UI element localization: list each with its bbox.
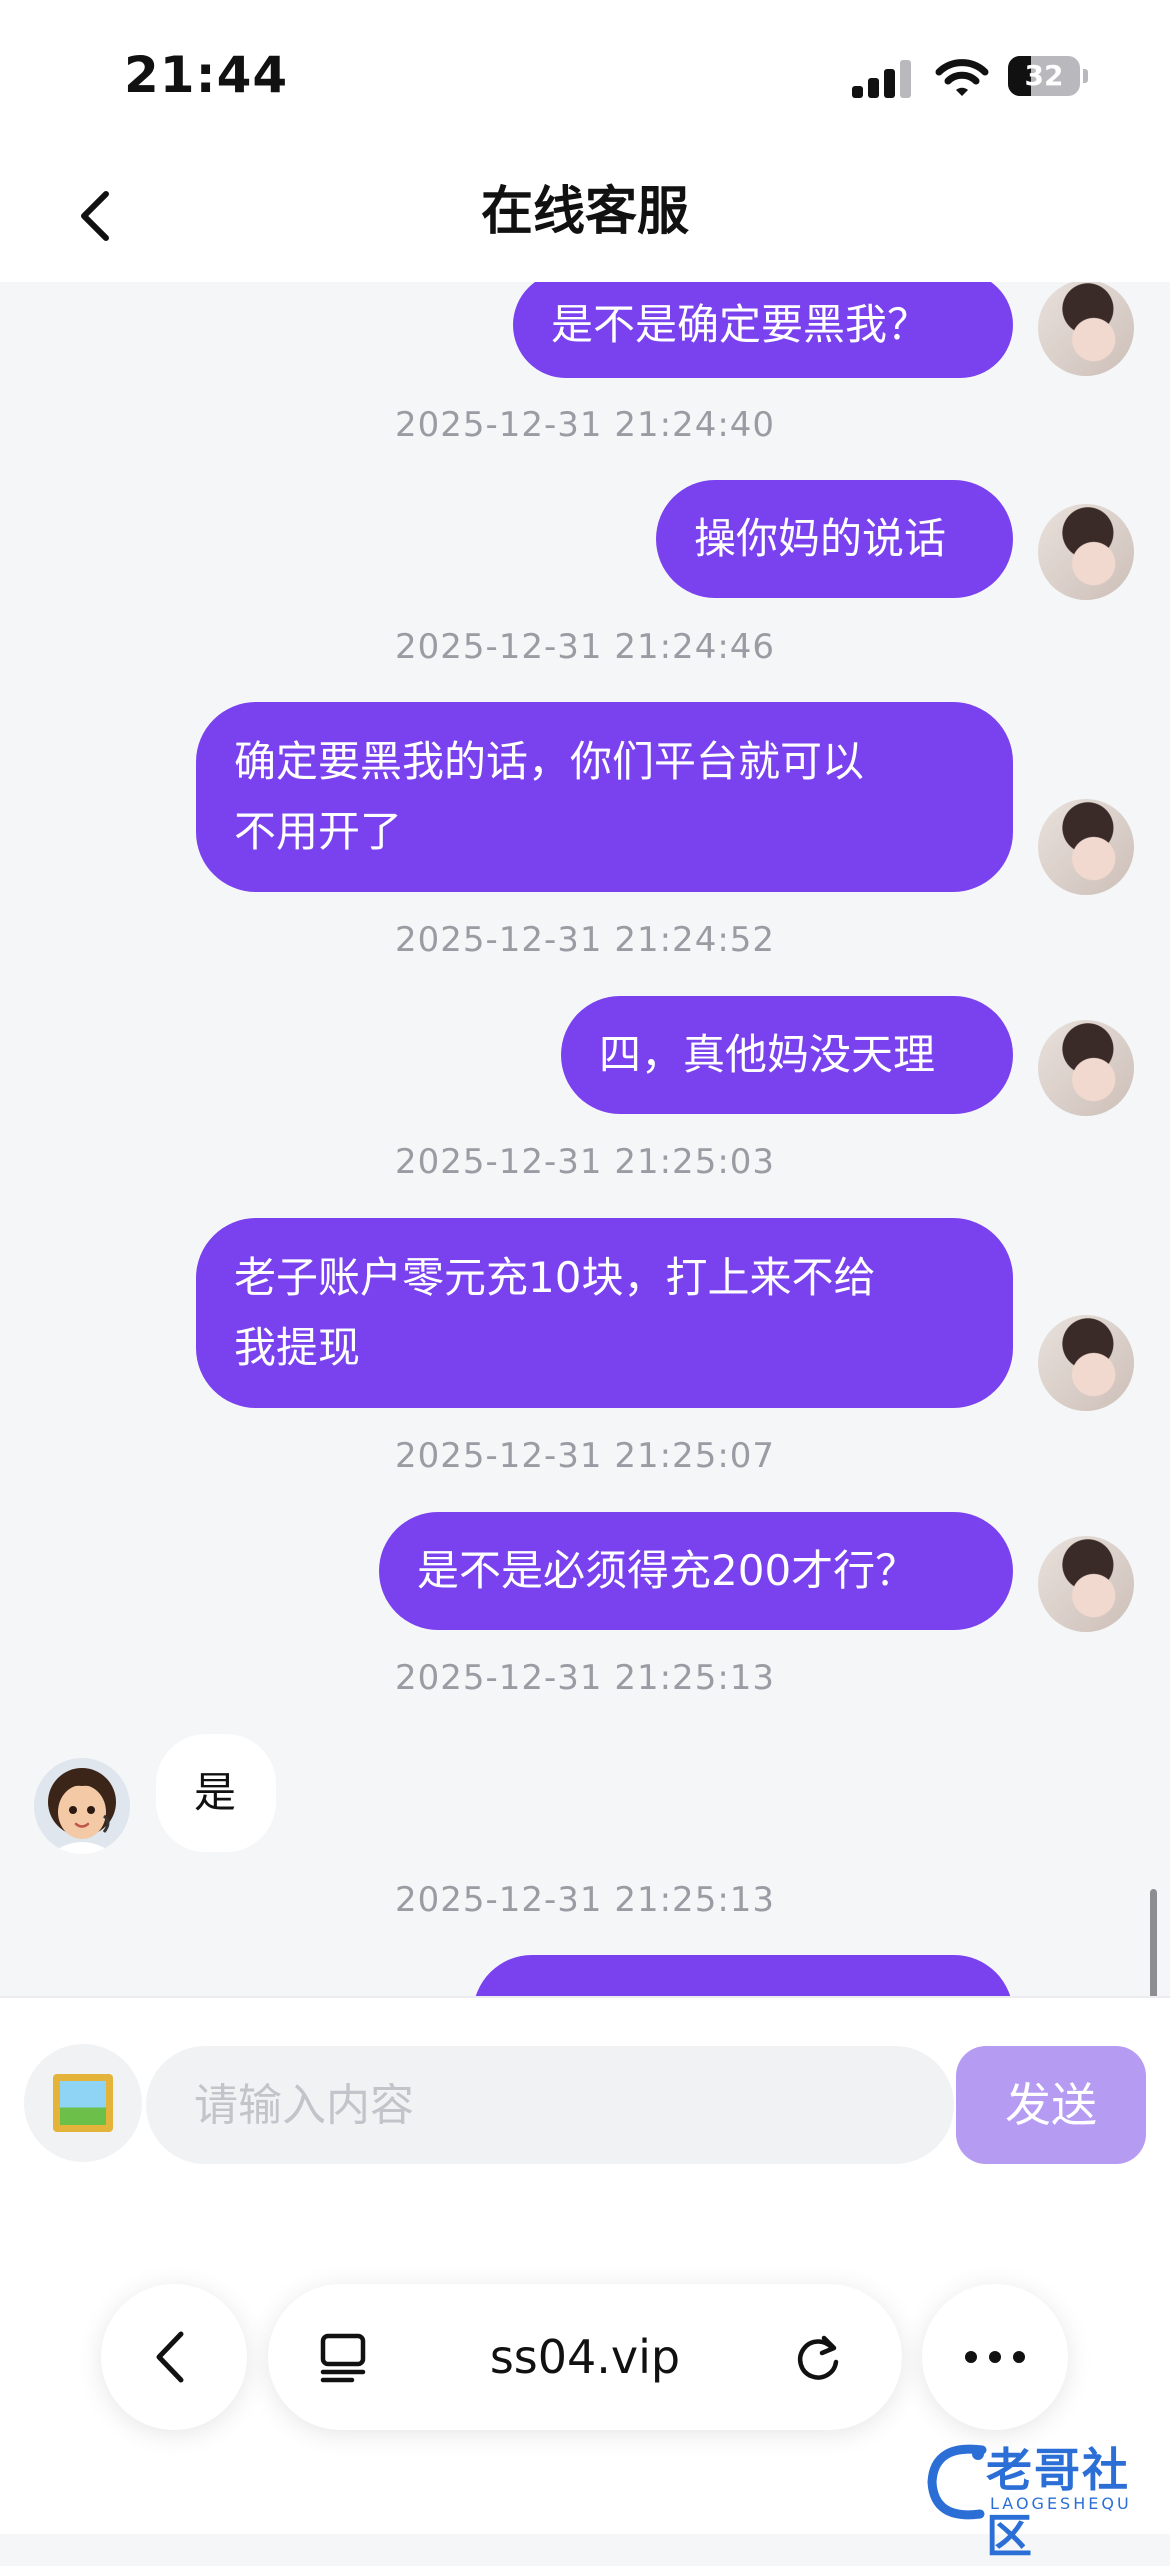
chat-messages[interactable]: 是不是确定要黑我？ 2025-12-31 21:24:40 操你妈的说话 202… xyxy=(0,282,1170,1996)
address-bar[interactable]: ss04.vip xyxy=(268,2284,902,2430)
message-timestamp: 2025-12-31 21:25:13 xyxy=(394,1658,776,1698)
nav-bar: 在线客服 xyxy=(0,150,1170,282)
battery-percent: 32 xyxy=(1024,59,1064,92)
watermark-subtext: LAOGESHEQU xyxy=(990,2494,1132,2513)
status-bar: 21:44 32 xyxy=(0,0,1170,150)
battery-icon: 32 xyxy=(1008,56,1088,96)
user-avatar xyxy=(1038,799,1134,895)
framed-picture-icon xyxy=(53,2074,113,2132)
message-bubble: 确定要黑我的话，你们平台就可以 不用开了 xyxy=(196,702,1013,892)
message-bubble: 是不是必须得充200才行？ xyxy=(379,1512,1013,1630)
page-title: 在线客服 xyxy=(480,182,689,242)
user-avatar xyxy=(1038,1020,1134,1116)
message-timestamp: 2025-12-31 21:24:40 xyxy=(394,405,776,445)
message-bubble: 老子账户零元充10块，打上来不给 我提现 xyxy=(196,1218,1013,1408)
scroll-indicator[interactable] xyxy=(1150,1889,1157,1996)
message-line: 确定要黑我的话，你们平台就可以 xyxy=(234,737,865,786)
user-avatar xyxy=(1038,504,1134,600)
message-timestamp: 2025-12-31 21:25:13 xyxy=(394,1880,776,1920)
message-bubble: 是 xyxy=(156,1734,276,1852)
watermark-logo: 老哥社区 LAOGESHEQU xyxy=(924,2430,1170,2563)
chevron-left-icon xyxy=(156,2331,184,2383)
user-avatar xyxy=(1038,1315,1134,1411)
message-line: 不用开了 xyxy=(234,807,403,856)
message-timestamp: 2025-12-31 21:25:03 xyxy=(394,1142,776,1182)
tabs-icon xyxy=(320,2333,366,2383)
user-avatar xyxy=(1038,1536,1134,1632)
back-button[interactable] xyxy=(60,178,136,254)
message-input[interactable] xyxy=(146,2046,954,2164)
chevron-left-icon xyxy=(81,191,109,241)
image-upload-button[interactable] xyxy=(24,2044,142,2162)
message-bubble xyxy=(473,1955,1013,1996)
url-text: ss04.vip xyxy=(489,2330,681,2384)
more-button[interactable] xyxy=(922,2284,1068,2430)
message-timestamp: 2025-12-31 21:24:52 xyxy=(394,920,776,960)
browser-back-button[interactable] xyxy=(101,2284,247,2430)
message-bubble: 四，真他妈没天理 xyxy=(561,996,1013,1114)
more-icon xyxy=(965,2351,1025,2363)
send-button[interactable]: 发送 xyxy=(956,2046,1146,2164)
message-timestamp: 2025-12-31 21:25:07 xyxy=(394,1436,776,1476)
message-line: 老子账户零元充10块，打上来不给 xyxy=(234,1253,876,1302)
reload-icon[interactable] xyxy=(788,2328,848,2388)
user-avatar xyxy=(1038,282,1134,376)
message-bubble: 是不是确定要黑我？ xyxy=(513,282,1013,378)
cellular-signal-icon xyxy=(852,58,914,98)
status-time: 21:44 xyxy=(124,46,289,104)
agent-avatar xyxy=(34,1758,130,1854)
message-bubble: 操你妈的说话 xyxy=(656,480,1013,598)
wifi-icon xyxy=(935,59,989,96)
message-timestamp: 2025-12-31 21:24:46 xyxy=(394,627,776,667)
message-line: 我提现 xyxy=(234,1323,361,1372)
